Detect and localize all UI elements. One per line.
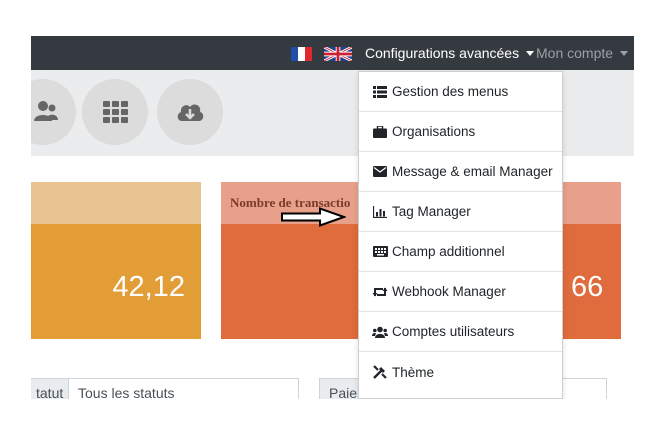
- menu-item-gestion-menus[interactable]: Gestion des menus: [359, 72, 562, 112]
- chevron-down-icon: [526, 51, 535, 56]
- list-icon: [372, 85, 388, 99]
- menu-item-tag-manager[interactable]: Tag Manager: [359, 192, 562, 232]
- stat-card-yellow: 42,12: [31, 182, 201, 339]
- menu-item-label: Comptes utilisateurs: [392, 324, 515, 339]
- retweet-icon: [372, 285, 388, 299]
- menu-item-label: Champ additionnel: [392, 244, 505, 259]
- menu-item-label: Gestion des menus: [392, 84, 509, 99]
- menu-item-label: Webhook Manager: [392, 284, 506, 299]
- menu-item-message-email[interactable]: Message & email Manager: [359, 152, 562, 192]
- users-icon: [34, 101, 58, 121]
- briefcase-icon: [372, 125, 388, 139]
- french-flag-icon[interactable]: [291, 47, 312, 61]
- top-navbar: Configurations avancées Mon compte: [31, 36, 634, 70]
- bar-chart-icon: [372, 205, 388, 219]
- download-shortcut-button[interactable]: [157, 79, 223, 145]
- arrow-right-icon: [281, 207, 346, 227]
- menu-item-label: Organisations: [392, 124, 476, 139]
- status-filter-label: tatut: [31, 378, 69, 399]
- advanced-config-dropdown[interactable]: Configurations avancées: [365, 45, 535, 61]
- tools-icon: [372, 365, 388, 379]
- envelope-icon: [372, 165, 388, 179]
- menu-item-comptes-utilisateurs[interactable]: Comptes utilisateurs: [359, 312, 562, 352]
- menu-item-label: Tag Manager: [392, 204, 471, 219]
- account-label: Mon compte: [536, 45, 614, 61]
- menu-item-webhook-manager[interactable]: Webhook Manager: [359, 272, 562, 312]
- users-icon: [372, 325, 388, 339]
- grid-icon: [103, 101, 128, 123]
- menu-item-theme[interactable]: Thème: [359, 352, 562, 392]
- stat-card-value: 66: [571, 271, 604, 303]
- chevron-down-icon: [620, 51, 629, 56]
- app-frame: Configurations avancées Mon compte 42,12…: [31, 36, 634, 399]
- cloud-download-icon: [177, 104, 204, 121]
- apps-shortcut-button[interactable]: [82, 79, 148, 145]
- advanced-config-menu: Gestion des menus Organisations Message …: [358, 71, 563, 399]
- account-dropdown[interactable]: Mon compte: [536, 45, 629, 61]
- stat-card-header: [31, 182, 201, 224]
- users-shortcut-button[interactable]: [31, 79, 76, 145]
- uk-flag-icon[interactable]: [324, 47, 352, 61]
- menu-item-label: Message & email Manager: [392, 164, 553, 179]
- menu-item-label: Thème: [392, 364, 435, 380]
- keyboard-icon: [372, 245, 388, 259]
- menu-item-champ-additionnel[interactable]: Champ additionnel: [359, 232, 562, 272]
- advanced-config-label: Configurations avancées: [365, 45, 520, 61]
- status-filter-select[interactable]: Tous les statuts: [68, 378, 299, 399]
- menu-item-organisations[interactable]: Organisations: [359, 112, 562, 152]
- stat-card-value: 42,12: [112, 271, 185, 303]
